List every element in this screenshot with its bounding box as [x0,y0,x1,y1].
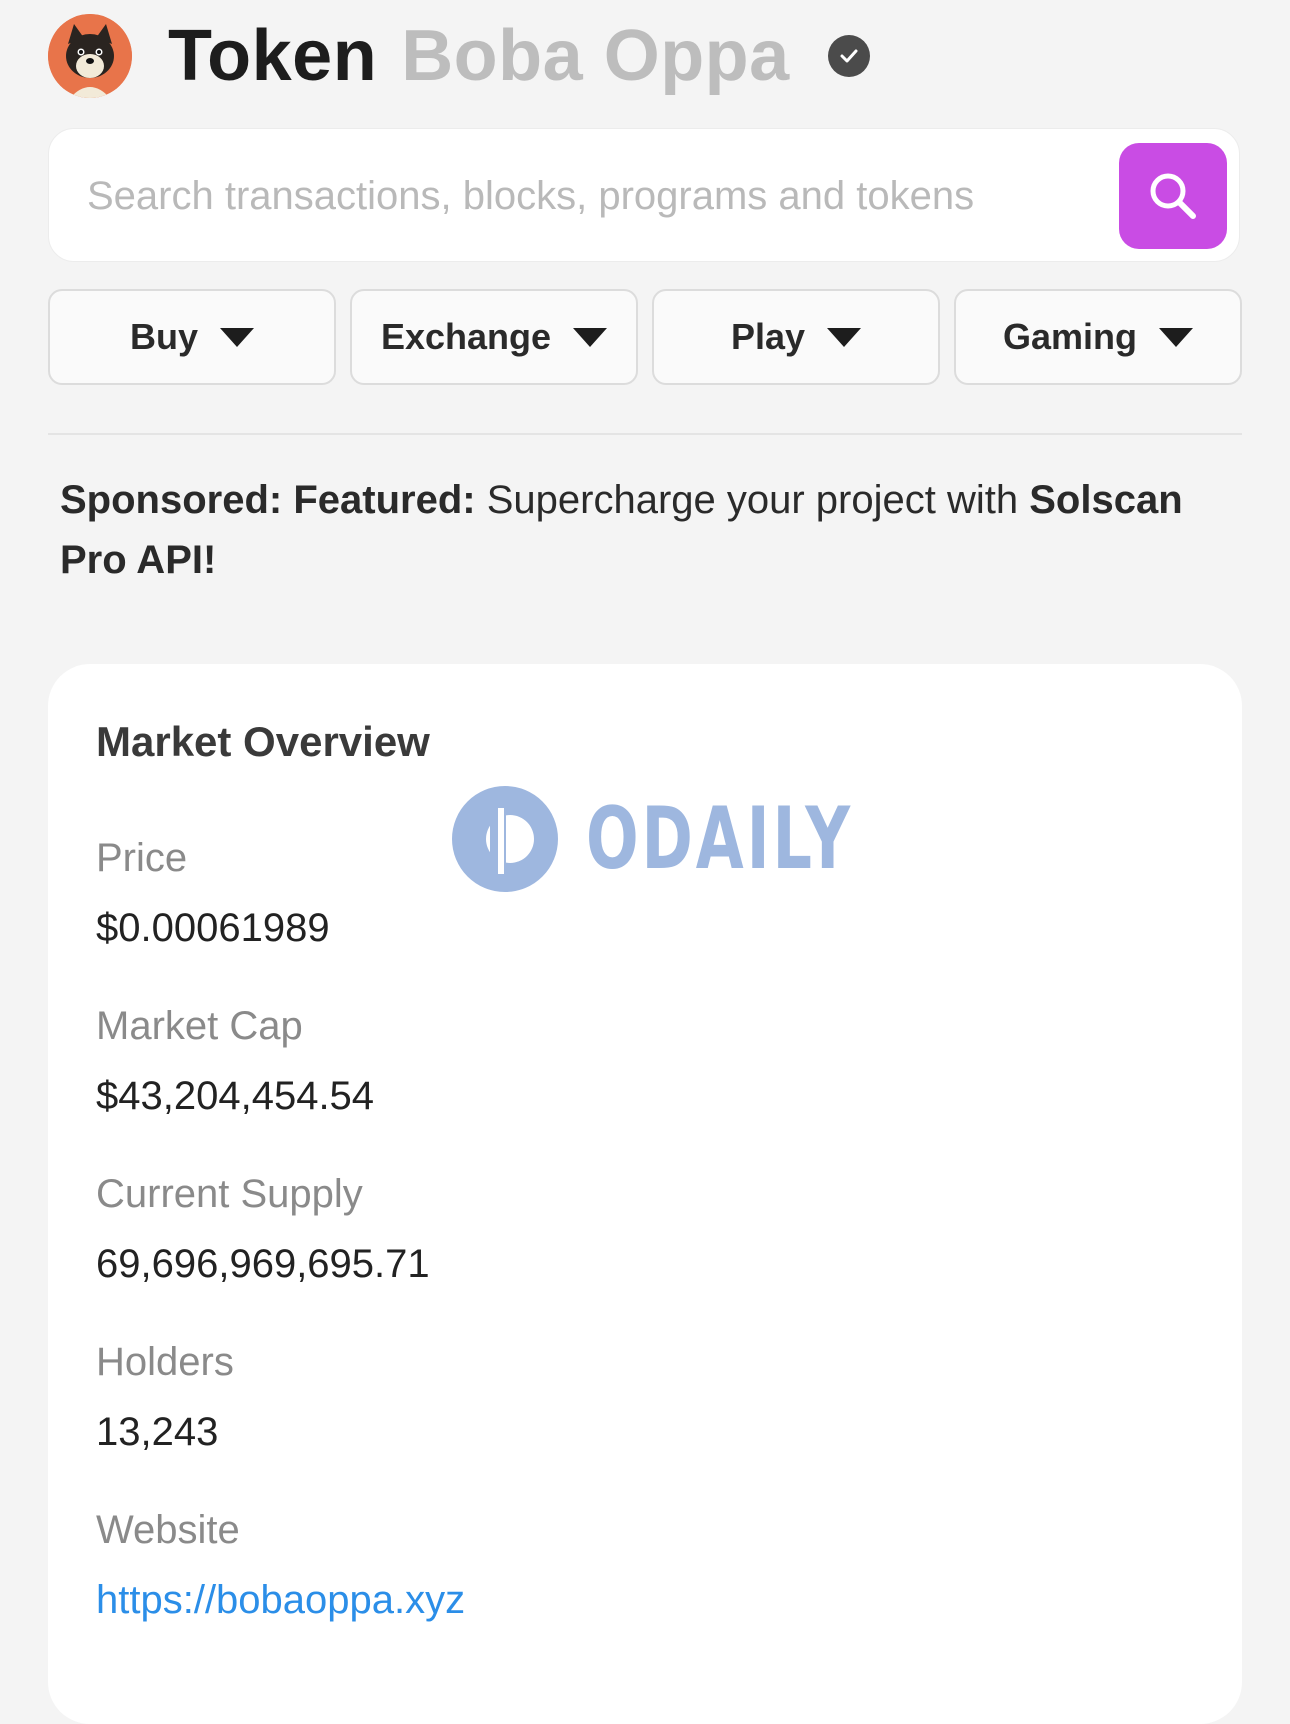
verified-check-icon [827,35,870,77]
sponsored-banner[interactable]: Sponsored: Featured: Supercharge your pr… [60,470,1230,590]
nav-label: Buy [129,316,198,357]
current-supply-value: 69,696,969,695.71 [96,1242,430,1286]
nav-buy-dropdown[interactable]: Buy [48,289,336,385]
nav-label: Exchange [380,316,552,357]
website-link[interactable]: https://bobaoppa.xyz [96,1578,465,1623]
holders-label: Holders [96,1340,234,1384]
search-icon [1150,173,1196,219]
caret-down-icon [1159,327,1193,347]
website-label: Website [96,1508,240,1552]
price-label: Price [96,836,188,880]
market-cap-label: Market Cap [96,1004,303,1048]
card-title: Market Overview [96,718,430,765]
token-avatar [48,14,132,98]
watermark-logo: ODAILY [452,786,957,892]
divider [48,433,1242,435]
title-prefix: Token [168,16,378,96]
search-bar [48,128,1240,262]
search-button[interactable] [1119,143,1227,249]
token-name: Boba Oppa [401,16,790,96]
holders-value: 13,243 [96,1410,219,1454]
sponsored-prefix: Sponsored: Featured: [60,478,476,522]
odaily-logo-icon [452,786,558,892]
caret-down-icon [573,327,608,347]
market-cap-value: $43,204,454.54 [96,1074,375,1118]
nav-label: Play [730,316,806,357]
current-supply-label: Current Supply [96,1172,363,1216]
nav-menu: Buy Exchange Play Gaming [48,289,1242,385]
nav-play-dropdown[interactable]: Play [652,289,940,385]
search-input[interactable] [85,157,1089,235]
token-header: Token Boba Oppa [48,14,870,98]
sponsored-text: Supercharge your project with [486,478,1019,522]
nav-label: Gaming [1002,316,1137,357]
caret-down-icon [827,327,862,347]
price-value: $0.00061989 [96,906,330,950]
nav-exchange-dropdown[interactable]: Exchange [350,289,638,385]
caret-down-icon [220,327,254,347]
nav-gaming-dropdown[interactable]: Gaming [954,289,1242,385]
watermark-text: ODAILY [586,789,853,889]
